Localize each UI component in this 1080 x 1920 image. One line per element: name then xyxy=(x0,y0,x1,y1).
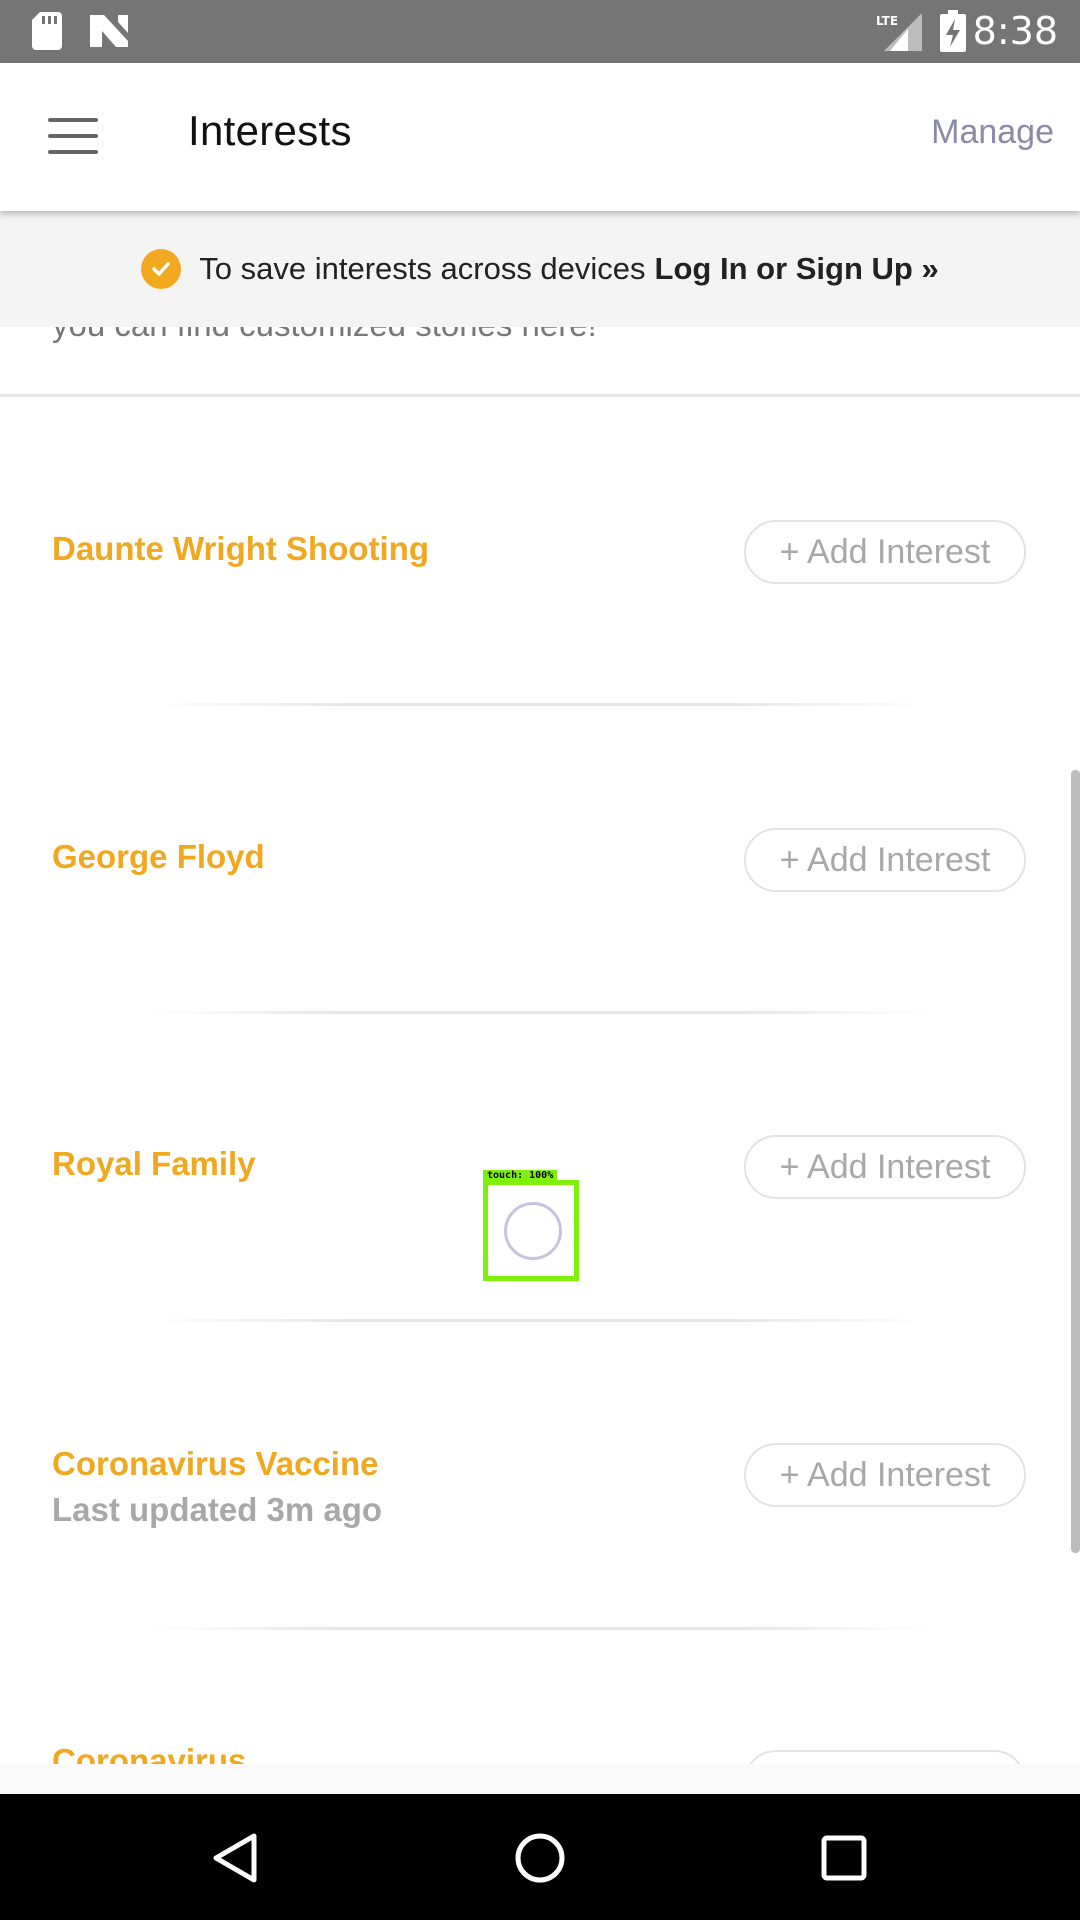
topic-name[interactable]: Coronavirus Vaccine xyxy=(52,1445,378,1483)
topic-name[interactable]: George Floyd xyxy=(52,838,265,876)
row-divider xyxy=(150,1319,930,1322)
status-bar: LTE 8:38 xyxy=(0,0,1080,63)
recents-icon[interactable] xyxy=(816,1830,872,1886)
topic-row: George Floyd + Add Interest xyxy=(0,828,1080,978)
signal-icon: LTE xyxy=(876,13,922,51)
row-divider xyxy=(150,703,930,706)
topic-row: Daunte Wright Shooting + Add Interest xyxy=(0,520,1080,670)
battery-charging-icon xyxy=(940,10,966,52)
navigation-bar xyxy=(0,1794,1080,1920)
banner-text: To save interests across devices xyxy=(199,251,646,286)
row-divider xyxy=(150,1011,930,1014)
home-icon[interactable] xyxy=(512,1830,568,1886)
topic-row: Coronavirus + Add Interest xyxy=(0,1742,1080,1764)
add-interest-button[interactable]: + Add Interest xyxy=(744,520,1026,584)
topic-row: Coronavirus Vaccine Last updated 3m ago … xyxy=(0,1443,1080,1593)
n-logo-icon xyxy=(90,15,128,47)
scrollbar[interactable] xyxy=(1071,770,1080,1553)
topic-name[interactable]: Daunte Wright Shooting xyxy=(52,530,429,568)
add-interest-button[interactable]: + Add Interest xyxy=(744,828,1026,892)
section-divider xyxy=(0,394,1080,397)
app-bar: Interests Manage xyxy=(0,63,1080,211)
bottom-edge xyxy=(0,1764,1080,1794)
check-circle-icon xyxy=(141,249,182,289)
network-type-label: LTE xyxy=(876,14,898,28)
page-title: Interests xyxy=(188,107,352,154)
clock: 8:38 xyxy=(972,9,1058,53)
add-interest-button[interactable]: + Add Interest xyxy=(744,1750,1026,1764)
row-divider xyxy=(150,1627,930,1630)
login-signup-link[interactable]: Log In or Sign Up » xyxy=(655,251,939,287)
login-banner[interactable]: To save interests across devices Log In … xyxy=(0,211,1080,327)
touch-point-icon xyxy=(504,1202,562,1260)
manage-button[interactable]: Manage xyxy=(931,113,1054,152)
topic-name[interactable]: Royal Family xyxy=(52,1145,256,1183)
last-updated-text: Last updated 3m ago xyxy=(52,1491,383,1528)
back-icon[interactable] xyxy=(208,1830,264,1886)
add-interest-button[interactable]: + Add Interest xyxy=(744,1443,1026,1507)
add-interest-button[interactable]: + Add Interest xyxy=(744,1135,1026,1199)
topic-name[interactable]: Coronavirus xyxy=(52,1742,246,1764)
hamburger-menu-icon[interactable] xyxy=(48,118,98,154)
sd-card-icon xyxy=(32,12,62,50)
